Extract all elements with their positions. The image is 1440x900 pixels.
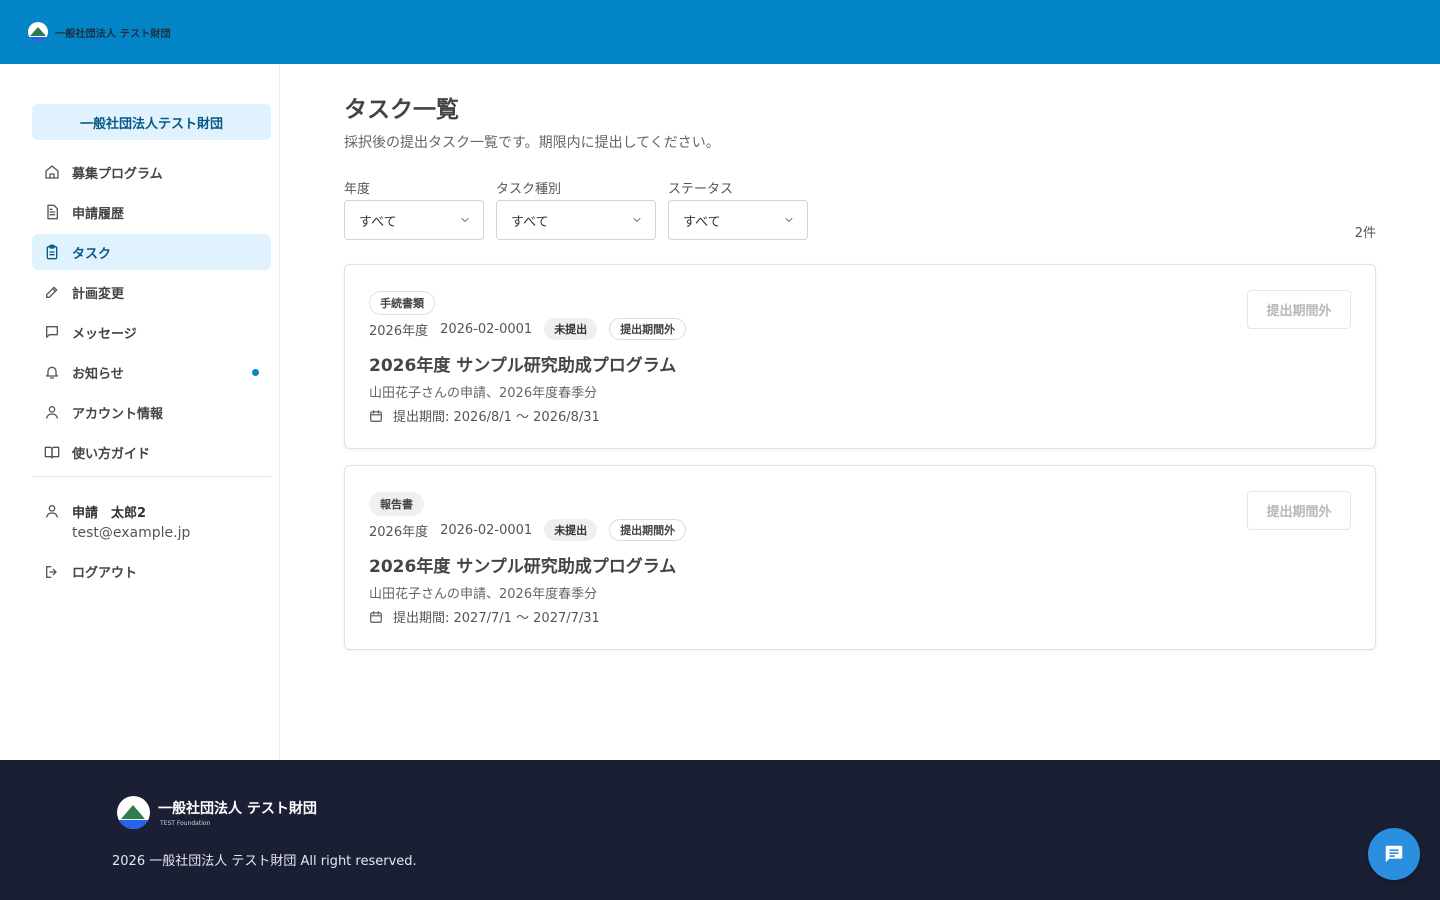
footer-org-name: 一般社団法人 テスト財団	[158, 801, 317, 817]
document-icon	[47, 204, 58, 220]
task-card[interactable]: 報告書 2026年度 2026-02-0001 未提出 提出期間外 2026年度…	[344, 465, 1376, 650]
task-meta: 2026年度 2026-02-0001 未提出 提出期間外	[369, 318, 687, 340]
message-icon	[46, 326, 58, 338]
filter-status: ステータス すべて	[668, 178, 808, 240]
chevron-down-icon	[633, 218, 641, 222]
sidebar-item-label: 募集プログラム	[72, 166, 163, 182]
sidebar-divider	[32, 476, 271, 477]
sidebar-item-guide[interactable]: 使い方ガイド	[32, 434, 271, 470]
user-email: test@example.jp	[72, 525, 191, 541]
sidebar-item-messages[interactable]: メッセージ	[32, 314, 271, 350]
unread-dot	[252, 369, 259, 376]
task-type-select[interactable]: すべて	[496, 200, 656, 240]
task-type-tag: 手続書類	[369, 291, 435, 315]
sidebar-item-label: 申請履歴	[72, 206, 125, 222]
sidebar-item-history[interactable]: 申請履歴	[32, 194, 271, 230]
task-period-text: 提出期間: 2026/8/1 〜 2026/8/31	[393, 410, 600, 425]
org-name-pill: 一般社団法人テスト財団	[32, 104, 271, 140]
home-icon	[45, 165, 59, 179]
logout-label: ログアウト	[72, 566, 138, 581]
pencil-icon	[46, 286, 58, 298]
page-title: タスク一覧	[344, 97, 459, 123]
user-info: 申請 太郎2 test@example.jp	[44, 502, 190, 541]
task-year: 2026年度	[369, 323, 429, 339]
status-badge: 未提出	[544, 318, 598, 340]
status-badge: 未提出	[544, 519, 598, 541]
sidebar-item-account[interactable]: アカウント情報	[32, 394, 271, 430]
filter-label: タスク種別	[496, 182, 562, 197]
footer: 一般社団法人 テスト財団 TEST Foundation 2026 一般社団法人…	[0, 760, 1440, 900]
status-select[interactable]: すべて	[668, 200, 808, 240]
user-name: 申請 太郎2	[72, 506, 147, 521]
chevron-down-icon	[785, 218, 793, 222]
filter-label: ステータス	[668, 182, 734, 197]
sidebar-item-label: 使い方ガイド	[72, 446, 151, 462]
task-type-tag: 報告書	[369, 492, 424, 516]
filter-task-type: タスク種別 すべて	[496, 178, 656, 240]
sidebar-item-label: アカウント情報	[72, 406, 164, 422]
calendar-icon	[370, 409, 382, 422]
task-app-id: 2026-02-0001	[440, 321, 533, 337]
select-value: すべて	[359, 214, 397, 230]
period-status-badge: 提出期間外	[609, 318, 687, 340]
sidebar-item-tasks[interactable]: タスク	[32, 234, 271, 270]
sidebar-item-label: お知らせ	[72, 366, 124, 382]
bell-icon	[46, 366, 58, 379]
select-value: すべて	[683, 214, 721, 230]
chat-button[interactable]	[1368, 828, 1420, 880]
foundation-logo-icon[interactable]	[28, 22, 48, 42]
chevron-down-icon	[461, 218, 469, 222]
task-card[interactable]: 手続書類 2026年度 2026-02-0001 未提出 提出期間外 2026年…	[344, 264, 1376, 449]
task-subtitle: 山田花子さんの申請、2026年度春季分	[369, 386, 598, 401]
filter-year: 年度 すべて	[344, 178, 484, 240]
result-count: 2件	[1354, 226, 1376, 241]
clipboard-icon	[46, 244, 58, 260]
task-meta: 2026年度 2026-02-0001 未提出 提出期間外	[369, 519, 687, 541]
header-brand[interactable]: 一般社団法人 テスト財団	[55, 25, 171, 40]
task-period: 提出期間: 2027/7/1 〜 2027/7/31	[369, 607, 600, 626]
select-value: すべて	[511, 214, 549, 230]
sidebar-item-notices[interactable]: お知らせ	[32, 354, 271, 390]
chat-icon	[1385, 845, 1403, 863]
sidebar-item-label: 計画変更	[72, 286, 125, 302]
submit-button[interactable]: 提出期間外	[1247, 491, 1351, 530]
task-app-id: 2026-02-0001	[440, 522, 533, 538]
task-title: 2026年度 サンプル研究助成プログラム	[369, 356, 677, 376]
footer-logo[interactable]: 一般社団法人 テスト財団 TEST Foundation	[117, 796, 317, 829]
sidebar-item-label: メッセージ	[72, 326, 137, 342]
book-icon	[44, 446, 60, 459]
submit-button[interactable]: 提出期間外	[1247, 290, 1351, 329]
logout-button[interactable]: ログアウト	[44, 562, 137, 581]
sidebar-item-plan-change[interactable]: 計画変更	[32, 274, 271, 310]
filter-label: 年度	[344, 182, 371, 197]
copyright-text: 2026 一般社団法人 テスト財団 All right reserved.	[112, 854, 417, 869]
task-year: 2026年度	[369, 524, 429, 540]
top-header: 一般社団法人 テスト財団	[0, 0, 1440, 64]
task-period: 提出期間: 2026/8/1 〜 2026/8/31	[369, 406, 600, 425]
task-subtitle: 山田花子さんの申請、2026年度春季分	[369, 587, 598, 602]
calendar-icon	[370, 610, 382, 623]
sidebar-item-programs[interactable]: 募集プログラム	[32, 154, 271, 190]
user-icon	[46, 406, 58, 419]
logout-icon	[46, 565, 57, 578]
sidebar-nav: 募集プログラム 申請履歴 タスク 計画変更 メッセージ お知らせ アカウント情報	[32, 154, 271, 474]
period-status-badge: 提出期間外	[609, 519, 687, 541]
page-description: 採択後の提出タスク一覧です。期限内に提出してください。	[344, 135, 720, 151]
foundation-logo-icon	[117, 796, 150, 829]
user-icon	[46, 505, 58, 518]
sidebar: 一般社団法人テスト財団 募集プログラム 申請履歴 タスク 計画変更 メッセージ …	[0, 64, 280, 760]
sidebar-item-label: タスク	[72, 246, 112, 262]
footer-org-sub: TEST Foundation	[160, 820, 211, 827]
task-period-text: 提出期間: 2027/7/1 〜 2027/7/31	[393, 611, 600, 626]
task-title: 2026年度 サンプル研究助成プログラム	[369, 557, 677, 577]
year-select[interactable]: すべて	[344, 200, 484, 240]
